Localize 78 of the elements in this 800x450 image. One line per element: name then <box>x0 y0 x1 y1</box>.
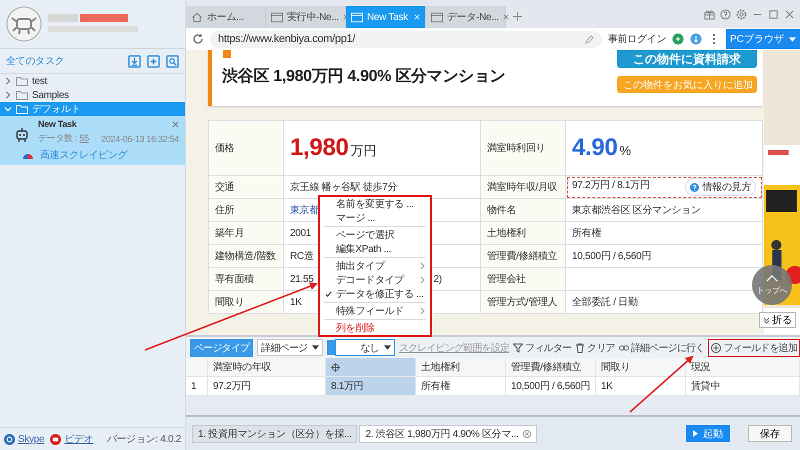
property-label: 専有面積 <box>208 268 284 290</box>
property-label: 満室時年収/月収 <box>480 176 566 198</box>
property-label: 管理方式/管理人 <box>480 290 566 314</box>
data-count-label: データ数 : <box>38 133 78 143</box>
browser-tab[interactable]: 実行中-Ne... <box>266 6 346 28</box>
scrape-mode-label: 高速スクレイピング <box>40 148 128 162</box>
yield-unit: % <box>620 143 631 158</box>
column-header[interactable]: 間取り <box>596 358 686 376</box>
table-cell: 1K <box>596 377 686 395</box>
footer-link[interactable]: Skype <box>4 434 44 444</box>
price-unit: 万円 <box>350 143 376 158</box>
property-label: 満室時利回り <box>480 120 566 176</box>
menu-item[interactable]: 名前を変更する ... <box>320 197 430 211</box>
browser-mode-button[interactable]: PCブラウザ <box>726 29 800 49</box>
property-value: 1K <box>290 296 302 308</box>
table-cell: 所有権 <box>416 377 506 395</box>
column-header[interactable]: 管理費/修繕積立 <box>506 358 596 376</box>
property-label: 交通 <box>208 176 284 198</box>
property-label: 住所 <box>208 198 284 222</box>
version-label: バージョン: 4.0.2 <box>106 433 181 446</box>
task-name: New Task <box>38 119 76 129</box>
property-value: 東京都渋谷区 区分マンション <box>572 205 701 216</box>
add-field-button[interactable]: フィールドを追加 <box>708 338 800 356</box>
menu-item[interactable]: ページで選択 <box>320 228 430 242</box>
page-type-select[interactable]: 詳細ページ <box>257 339 324 356</box>
save-button[interactable]: 保存 <box>748 425 792 442</box>
property-value: 全部委託 / 日勤 <box>572 297 638 308</box>
property-label: 建物構造/階数 <box>208 244 284 268</box>
property-label: 価格 <box>208 120 284 176</box>
property-label: 管理費/修繕積立 <box>480 244 566 268</box>
pre-login-button[interactable]: 事前ログイン <box>608 32 666 46</box>
menu-item[interactable]: 特殊フィールド <box>320 304 430 318</box>
property-label: 管理会社 <box>480 268 566 290</box>
folder-item[interactable]: Samples <box>0 88 185 102</box>
property-value: 所有権 <box>572 228 602 239</box>
row-number: 1 <box>186 377 208 395</box>
property-value: RC造 <box>290 251 314 262</box>
listing-title: 渋谷区 1,980万円 4.90% 区分マンション <box>222 66 506 87</box>
table-cell: 賃貸中 <box>686 377 800 395</box>
property-value: 2001 <box>290 228 312 238</box>
menu-item[interactable]: データを修正する ... <box>320 287 430 301</box>
menu-item[interactable]: デコードタイプ <box>320 273 430 287</box>
column-header[interactable]: 土地権利 <box>416 358 506 376</box>
footer-link[interactable]: ビデオ <box>50 432 94 446</box>
property-value: 2) <box>434 274 442 284</box>
browser-tab[interactable]: データ-Ne... <box>426 6 506 28</box>
property-label: 土地権利 <box>480 222 566 244</box>
page-type-label: ページタイプ <box>190 338 254 356</box>
property-label: 築年月 <box>208 222 284 244</box>
collapse-button[interactable]: 折る <box>759 312 796 328</box>
property-value: 京王線 幡ヶ谷駅 徒歩7分 <box>290 182 398 193</box>
property-value: 97.2万円 / 8.1万円 <box>572 180 650 191</box>
menu-item[interactable]: マージ ... <box>320 211 430 225</box>
column-header[interactable]: 現況 <box>686 358 800 376</box>
folder-item[interactable]: test <box>0 74 185 88</box>
yield-value: 4.90 <box>572 134 618 161</box>
property-label: 物件名 <box>480 198 566 222</box>
filter-button[interactable]: フィルター <box>513 340 572 354</box>
task-timestamp: 2024-06-13 16:32:54 <box>101 134 179 144</box>
field-type-select[interactable]: なし <box>334 339 395 356</box>
start-button[interactable]: 起動 <box>686 425 730 442</box>
menu-item[interactable]: 列を削除 <box>320 321 430 335</box>
step-tab[interactable]: 2. 渋谷区 1,980万円 4.90% 区分マ... <box>359 424 537 442</box>
step-tab[interactable]: 1. 投資用マンション（区分）を採... <box>192 424 358 442</box>
table-cell: 8.1万円 <box>326 377 416 395</box>
menu-item[interactable]: 抽出タイプ <box>320 259 430 273</box>
property-value: 10,500円 / 6,560円 <box>572 251 652 262</box>
property-value: 21.55 <box>290 274 314 284</box>
price-value: 1,980 <box>290 134 349 161</box>
go-to-detail-button[interactable]: 詳細ページに行く <box>618 340 704 354</box>
property-label: 間取り <box>208 290 284 314</box>
url-field[interactable]: https://www.kenbiya.com/pp1/ <box>210 30 602 48</box>
table-cell: 10,500円 / 6,560円 <box>506 377 596 395</box>
browser-tab[interactable]: ホーム... <box>186 6 266 28</box>
menu-item[interactable]: 編集XPath ... <box>320 242 430 256</box>
task-card[interactable]: New Task データ数 : 55 2024-06-13 16:32:54 高速スクレイピング <box>0 116 185 165</box>
clear-button[interactable]: クリア <box>575 340 615 354</box>
info-guide-button[interactable]: 情報の見方 <box>685 178 756 196</box>
